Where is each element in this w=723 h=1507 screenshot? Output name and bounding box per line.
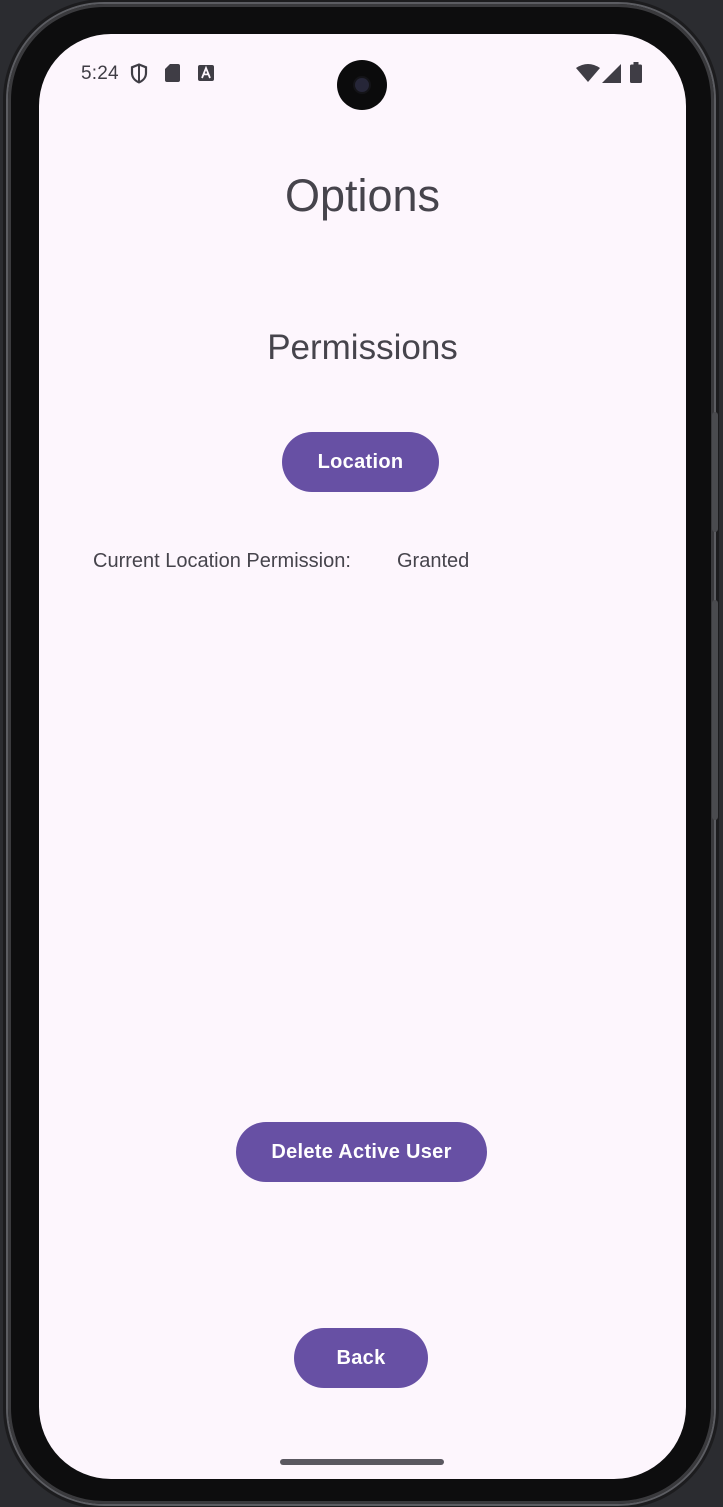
permissions-heading: Permissions: [267, 328, 458, 367]
volume-button: [712, 600, 718, 820]
app-screen: 5:24 Options Permissions Location Curren…: [39, 34, 686, 1479]
shield-icon: [130, 63, 148, 84]
camera-lens: [355, 78, 369, 92]
location-button[interactable]: Location: [282, 432, 439, 492]
font-a-icon: [198, 65, 214, 81]
page-title: Options: [284, 170, 441, 221]
wifi-icon: [576, 64, 600, 82]
front-camera: [337, 60, 387, 110]
battery-icon: [630, 62, 642, 83]
delete-active-user-button[interactable]: Delete Active User: [236, 1122, 487, 1182]
location-permission-label: Current Location Permission:: [93, 550, 351, 572]
sd-card-icon: [165, 64, 180, 82]
location-permission-status: Granted: [397, 550, 470, 572]
status-time: 5:24: [81, 63, 119, 84]
home-indicator[interactable]: [280, 1459, 444, 1465]
status-bar: 5:24: [39, 34, 686, 114]
power-button: [712, 412, 718, 532]
cell-signal-icon: [602, 64, 621, 83]
back-button[interactable]: Back: [294, 1328, 428, 1388]
